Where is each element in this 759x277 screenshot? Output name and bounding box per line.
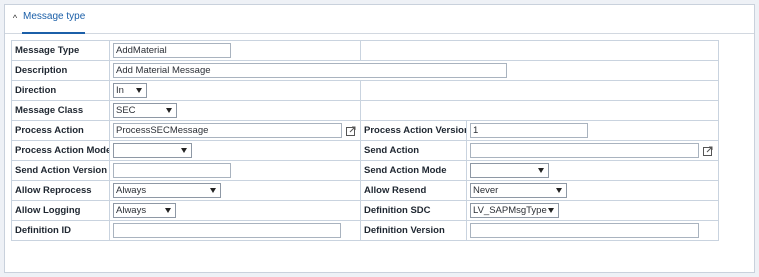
chevron-down-icon xyxy=(136,88,142,93)
chevron-down-icon xyxy=(181,148,187,153)
form-row: Allow Reprocess Always Allow Resend Neve… xyxy=(11,180,719,201)
process-action-mode-cell xyxy=(109,140,361,161)
allow-reprocess-select[interactable]: Always xyxy=(113,183,221,198)
definition-sdc-value: LV_SAPMsgType xyxy=(473,205,547,216)
form-row: Send Action Version Send Action Mode xyxy=(11,160,719,181)
form-row: Allow Logging Always Definition SDC LV_S… xyxy=(11,200,719,221)
allow-reprocess-value: Always xyxy=(116,185,147,196)
empty-cell xyxy=(360,80,719,101)
allow-logging-cell: Always xyxy=(109,200,361,221)
external-link-icon[interactable] xyxy=(346,126,356,136)
process-action-mode-select[interactable] xyxy=(113,143,192,158)
chevron-up-icon[interactable]: ^ xyxy=(10,13,20,23)
process-action-label: Process Action xyxy=(11,120,110,141)
allow-reprocess-cell: Always xyxy=(109,180,361,201)
form-row: Message Class SEC xyxy=(11,100,719,121)
process-action-mode-label: Process Action Mode xyxy=(11,140,110,161)
message-type-form: Message Type AddMaterial Description Add… xyxy=(11,40,719,241)
chevron-down-icon xyxy=(556,188,562,193)
empty-cell xyxy=(360,100,719,121)
allow-resend-select[interactable]: Never xyxy=(470,183,567,198)
send-action-label: Send Action xyxy=(360,140,467,161)
send-action-input[interactable] xyxy=(470,143,699,158)
definition-id-input[interactable] xyxy=(113,223,341,238)
message-class-cell: SEC xyxy=(109,100,361,121)
message-type-cell: AddMaterial xyxy=(109,40,361,61)
allow-resend-label: Allow Resend xyxy=(360,180,467,201)
definition-version-label: Definition Version xyxy=(360,220,467,241)
send-action-version-input[interactable] xyxy=(113,163,231,178)
allow-resend-cell: Never xyxy=(466,180,719,201)
form-row: Process Action ProcessSECMessage Process… xyxy=(11,120,719,141)
chevron-down-icon xyxy=(165,208,171,213)
form-row: Message Type AddMaterial xyxy=(11,40,719,61)
send-action-mode-label: Send Action Mode xyxy=(360,160,467,181)
chevron-down-icon xyxy=(538,168,544,173)
direction-cell: In xyxy=(109,80,361,101)
direction-select[interactable]: In xyxy=(113,83,147,98)
message-class-value: SEC xyxy=(116,105,136,116)
description-cell: Add Material Message xyxy=(109,60,719,81)
description-label: Description xyxy=(11,60,110,81)
form-row: Description Add Material Message xyxy=(11,60,719,81)
definition-version-input[interactable] xyxy=(470,223,699,238)
message-class-label: Message Class xyxy=(11,100,110,121)
send-action-version-label: Send Action Version xyxy=(11,160,110,181)
process-action-input[interactable]: ProcessSECMessage xyxy=(113,123,342,138)
allow-logging-select[interactable]: Always xyxy=(113,203,176,218)
process-action-version-label: Process Action Version xyxy=(360,120,467,141)
allow-resend-value: Never xyxy=(473,185,499,196)
empty-cell xyxy=(360,40,719,61)
allow-reprocess-label: Allow Reprocess xyxy=(11,180,110,201)
direction-label: Direction xyxy=(11,80,110,101)
chevron-down-icon xyxy=(166,108,172,113)
definition-id-label: Definition ID xyxy=(11,220,110,241)
definition-sdc-label: Definition SDC xyxy=(360,200,467,221)
process-action-version-cell: 1 xyxy=(466,120,719,141)
external-link-icon[interactable] xyxy=(703,146,713,156)
message-class-select[interactable]: SEC xyxy=(113,103,177,118)
tab-message-type[interactable]: Message type xyxy=(22,11,86,34)
allow-logging-label: Allow Logging xyxy=(11,200,110,221)
definition-id-cell xyxy=(109,220,361,241)
process-action-version-input[interactable]: 1 xyxy=(470,123,588,138)
definition-sdc-cell: LV_SAPMsgType xyxy=(466,200,719,221)
panel-header: ^ Message type xyxy=(5,5,754,34)
form-row: Definition ID Definition Version xyxy=(11,220,719,241)
description-input[interactable]: Add Material Message xyxy=(113,63,507,78)
form-row: Process Action Mode Send Action xyxy=(11,140,719,161)
process-action-cell: ProcessSECMessage xyxy=(109,120,361,141)
definition-sdc-select[interactable]: LV_SAPMsgType xyxy=(470,203,559,218)
chevron-down-icon xyxy=(548,208,554,213)
definition-version-cell xyxy=(466,220,719,241)
send-action-version-cell xyxy=(109,160,361,181)
allow-logging-value: Always xyxy=(116,205,147,216)
send-action-mode-cell xyxy=(466,160,719,181)
send-action-cell xyxy=(466,140,719,161)
form-row: Direction In xyxy=(11,80,719,101)
send-action-mode-select[interactable] xyxy=(470,163,549,178)
chevron-down-icon xyxy=(210,188,216,193)
message-type-label: Message Type xyxy=(11,40,110,61)
message-type-input[interactable]: AddMaterial xyxy=(113,43,231,58)
direction-value: In xyxy=(116,85,124,96)
